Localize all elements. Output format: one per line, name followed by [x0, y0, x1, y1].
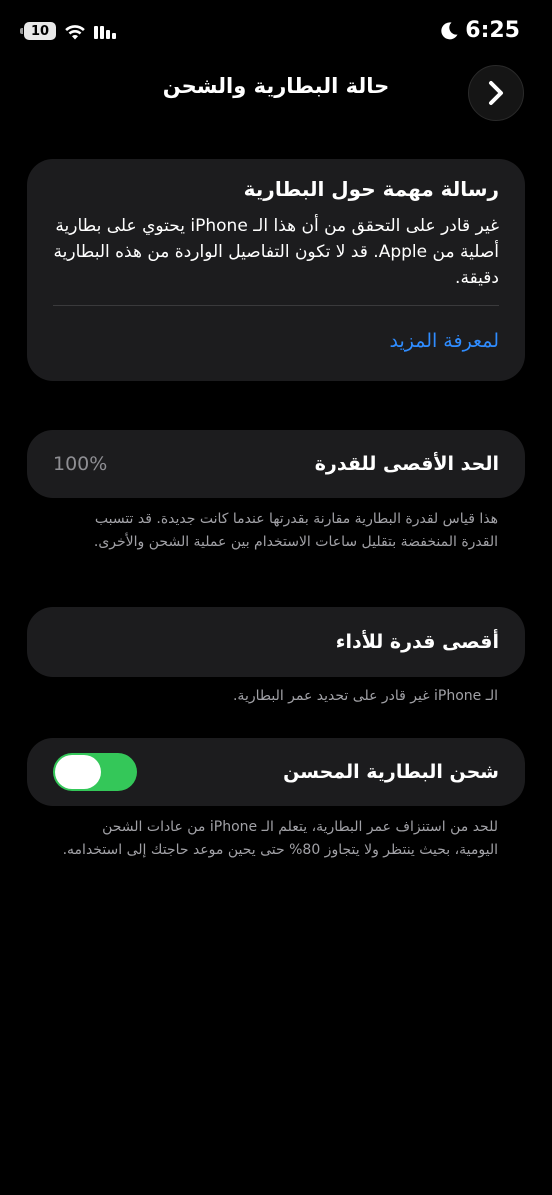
optimized-charging-label: شحن البطارية المحسن [283, 761, 499, 783]
status-bar: 10 6:25 [0, 0, 552, 64]
max-capacity-row: الحد الأقصى للقدرة 100% [27, 430, 525, 498]
status-right: 6:25 [439, 18, 520, 43]
page-title: حالة البطارية والشحن [162, 74, 390, 98]
optimized-charging-row: شحن البطارية المحسن [27, 738, 525, 806]
peak-performance-label: أقصى قدرة للأداء [335, 631, 499, 653]
battery-level: 10 [30, 23, 50, 39]
alert-divider [53, 305, 499, 306]
battery-icon: 10 [20, 22, 56, 40]
wifi-icon [65, 24, 85, 39]
optimized-charging-footnote: للحد من استنزاف عمر البطارية، يتعلم الـ … [62, 819, 498, 858]
battery-alert-card: رسالة مهمة حول البطارية غير قادر على الت… [27, 159, 525, 381]
alert-body: غير قادر على التحقق من أن هذا الـ iPhone… [53, 216, 499, 288]
status-time: 6:25 [465, 18, 520, 43]
status-left: 10 [20, 22, 116, 40]
max-capacity-value: 100% [53, 453, 108, 475]
peak-performance-row: أقصى قدرة للأداء [27, 607, 525, 677]
cellular-signal-icon [94, 26, 116, 39]
max-capacity-label: الحد الأقصى للقدرة [314, 453, 499, 475]
alert-title: رسالة مهمة حول البطارية [243, 177, 499, 201]
max-capacity-footnote: هذا قياس لقدرة البطارية مقارنة بقدرتها ع… [93, 511, 498, 550]
peak-performance-footnote: الـ iPhone غير قادر على تحديد عمر البطار… [232, 688, 498, 704]
optimized-charging-toggle[interactable] [53, 753, 137, 791]
moon-icon [441, 21, 458, 39]
learn-more-link[interactable]: لمعرفة المزيد [53, 328, 499, 354]
toggle-knob [55, 755, 101, 789]
